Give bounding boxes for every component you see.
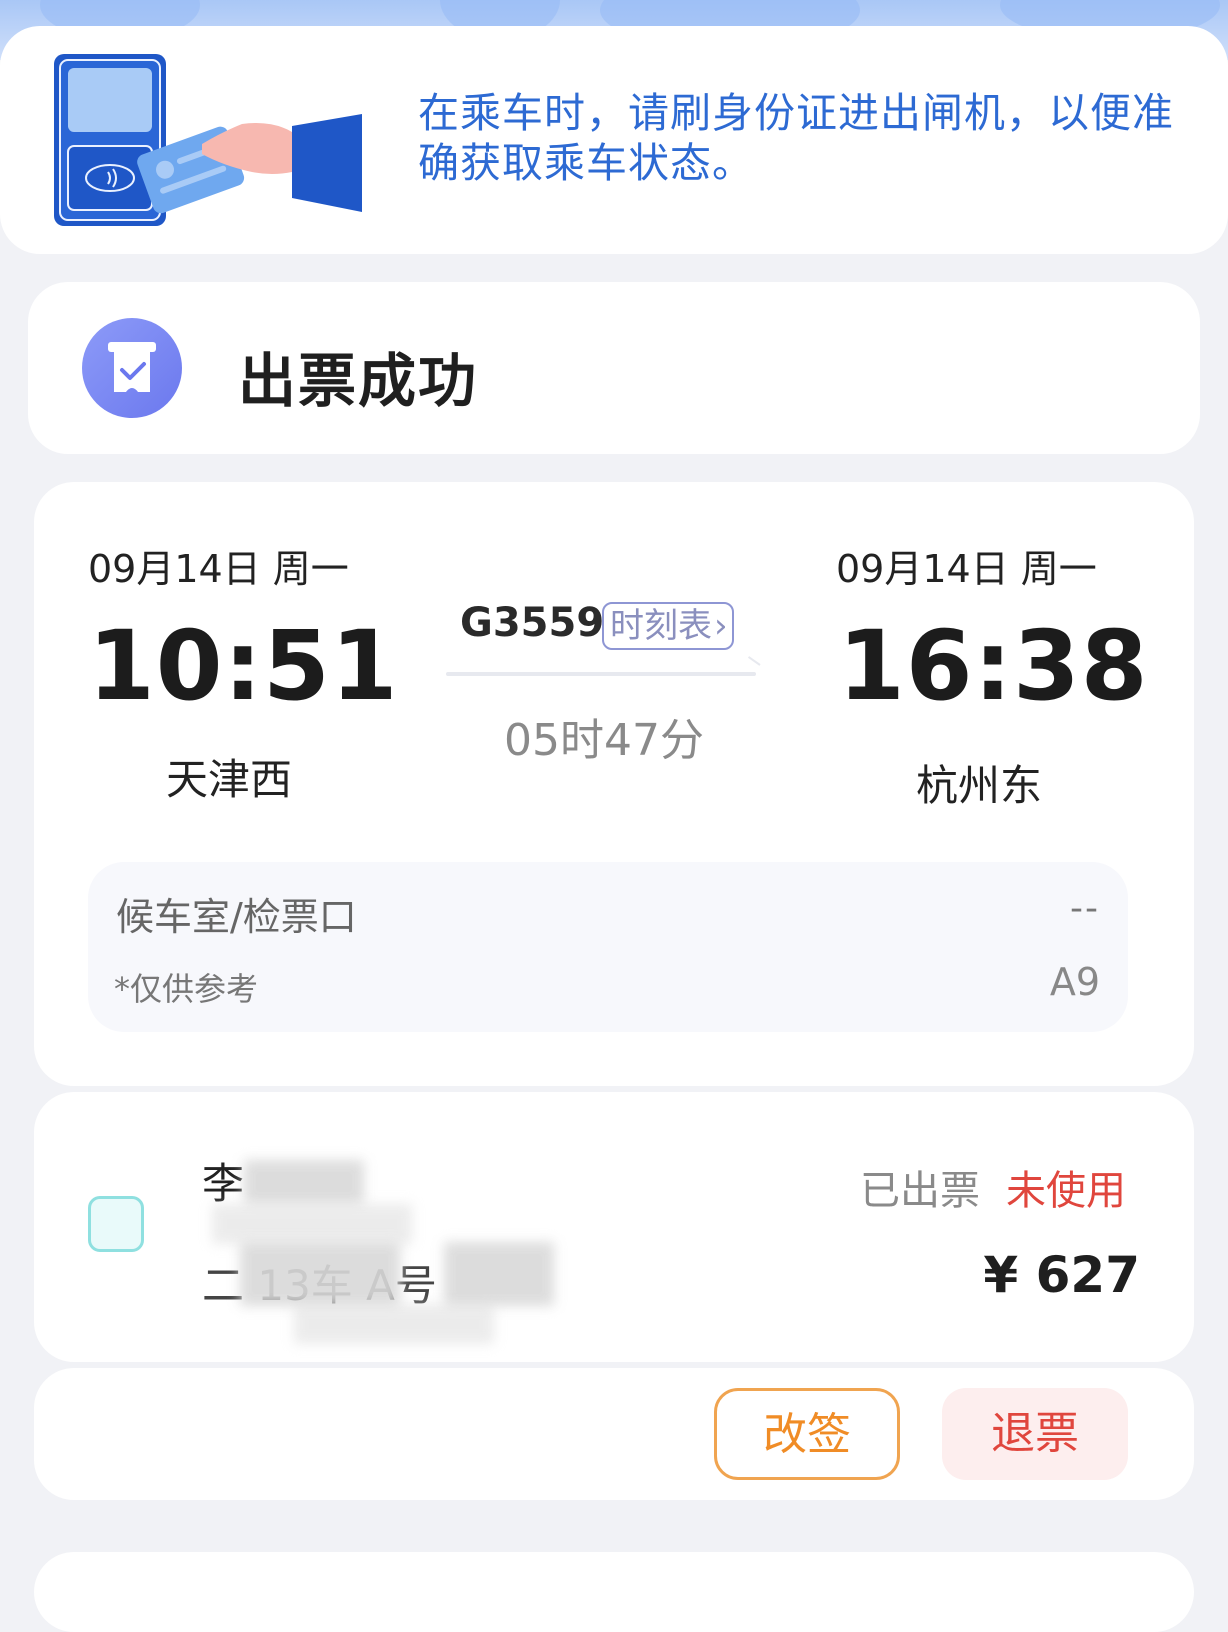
route-arrow — [446, 672, 756, 676]
ticket-status-card: 出票成功 — [28, 282, 1200, 454]
arrival-time: 16:38 — [838, 610, 1149, 722]
timetable-label: 时刻表 — [610, 606, 712, 646]
waiting-room-label: 候车室/检票口 — [116, 895, 357, 939]
change-ticket-button[interactable]: 改签 — [714, 1388, 900, 1480]
passenger-name: 李 — [202, 1159, 245, 1208]
redaction-blur — [212, 1204, 412, 1244]
trip-card: 09月14日 周一 10:51 天津西 G3559 时刻表› 05时47分 09… — [34, 482, 1194, 1086]
departure-time: 10:51 — [88, 610, 399, 722]
passenger-checkbox[interactable] — [88, 1196, 144, 1252]
gate-value: A9 — [1049, 960, 1100, 1004]
passenger-card: 李 二 13车 A号 已出票 未使用 ¥ 627 — [34, 1092, 1194, 1362]
action-bar: 改签 退票 — [34, 1368, 1194, 1500]
redaction-blur — [294, 1304, 494, 1344]
status-title: 出票成功 — [238, 347, 479, 415]
arrival-date: 09月14日 周一 — [836, 547, 1097, 591]
departure-station: 天津西 — [166, 755, 293, 804]
ticket-check-icon — [82, 318, 182, 418]
departure-date: 09月14日 周一 — [88, 547, 349, 591]
notice-card: 在乘车时，请刷身份证进出闸机，以便准确获取乘车状态。 — [0, 26, 1228, 254]
ticket-issued-status: 已出票 — [860, 1168, 980, 1214]
chevron-right-icon: › — [714, 606, 728, 646]
arrival-station: 杭州东 — [916, 761, 1043, 810]
redaction-blur — [244, 1160, 364, 1204]
ticket-price: ¥ 627 — [983, 1246, 1140, 1304]
waiting-room-info: 候车室/检票口 -- *仅供参考 A9 — [88, 862, 1128, 1032]
train-number: G3559 — [460, 600, 605, 646]
refund-button[interactable]: 退票 — [942, 1388, 1128, 1480]
redaction-blur — [444, 1242, 554, 1306]
usage-status: 未使用 — [1006, 1168, 1126, 1214]
waiting-room-value: -- — [1070, 888, 1100, 929]
redaction-blur — [240, 1242, 400, 1306]
reference-note: *仅供参考 — [114, 970, 259, 1008]
timetable-button[interactable]: 时刻表› — [602, 602, 734, 650]
travel-duration: 05时47分 — [504, 715, 704, 766]
notice-text: 在乘车时，请刷身份证进出闸机，以便准确获取乘车状态。 — [418, 89, 1174, 187]
id-card-gate-icon — [54, 54, 362, 226]
next-card — [34, 1552, 1194, 1632]
